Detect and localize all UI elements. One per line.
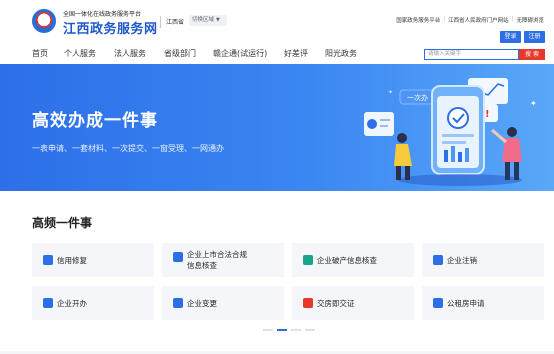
top-link-separator: | [443,16,446,22]
header-divider [160,16,161,28]
service-card-label: 企业破产信息核查 [317,255,377,265]
svg-text:!: ! [485,109,490,120]
hero-banner[interactable]: 高效办成一件事 一表申请、一套材料、一次提交、一窗受理、一网通办 一次办 ! ✦… [0,64,554,191]
house-certificate-icon [303,298,313,308]
service-card-enterprise-cancel[interactable]: 企业注销 [422,243,544,277]
site-header: 全国一体化在线政务服务平台 江西政务服务网 江西省 切换区域 ▼ 国家政务服务平台… [0,0,554,64]
svg-text:✦: ✦ [388,89,393,96]
enterprise-cancel-icon [433,255,443,265]
site-logo-icon[interactable] [32,9,56,33]
service-card-label: 企业变更 [187,298,217,308]
top-links: 国家政务服务平台 | 江西省人民政府门户网站 | 无障碍浏览 [396,16,544,24]
pagination-dot[interactable] [291,329,301,331]
nav-item-personal-services[interactable]: 个人服务 [64,48,96,59]
region-switch-label: 切换区域 [192,17,215,23]
section-title: 高频一件事 [32,216,93,230]
nav-item-home[interactable]: 首页 [32,48,48,59]
credit-repair-icon [43,255,53,265]
nav-item-sunshine-government[interactable]: 阳光政务 [325,48,357,59]
pagination-dot[interactable] [305,329,315,331]
banner-subtitle: 一表申请、一套材料、一次提交、一窗受理、一网通办 [32,144,224,153]
high-frequency-section: 高频一件事 信用修复 企业上市合法合规 信息核查 企业破产信息核查 企业注销 企业… [0,191,554,354]
service-card-label: 信用修复 [57,255,87,265]
service-card-label: 企业上市合法合规 信息核查 [187,249,247,271]
svg-text:✦: ✦ [530,99,537,108]
pagination-dot-active[interactable] [277,329,287,331]
enterprise-change-icon [173,298,183,308]
region-name: 江西省 [166,19,185,26]
top-link-provincial-government[interactable]: 江西省人民政府门户网站 [448,16,509,24]
nav-item-good-bad-review[interactable]: 好差评 [284,48,308,59]
service-card-credit-repair[interactable]: 信用修复 [32,243,154,277]
nav-item-provincial-departments[interactable]: 省级部门 [164,48,196,59]
service-card-bankruptcy-check[interactable]: 企业破产信息核查 [292,243,414,277]
enterprise-open-icon [43,298,53,308]
service-card-label-line1: 企业上市合法合规 [187,250,247,259]
nav-item-legal-person-services[interactable]: 法人服务 [114,48,146,59]
caret-down-icon: ▼ [216,17,220,23]
page: 全国一体化在线政务服务平台 江西政务服务网 江西省 切换区域 ▼ 国家政务服务平台… [0,0,554,354]
service-card-listing-compliance-check[interactable]: 企业上市合法合规 信息核查 [162,243,284,277]
brand-subtitle: 全国一体化在线政务服务平台 [63,11,142,18]
search-input[interactable]: 请输入关键字 [424,49,519,60]
nav-item-ganqitong[interactable]: 赣企通(试运行) [213,48,267,59]
login-button[interactable]: 登录 [500,31,521,43]
service-card-label: 公租房申请 [447,298,485,308]
document-check-icon [173,252,183,262]
top-link-accessibility[interactable]: 无障碍浏览 [516,16,544,24]
top-link-separator: | [511,16,514,22]
banner-illustration-icon: 一次办 ! ✦ ✦ [364,78,537,186]
service-card-enterprise-change[interactable]: 企业变更 [162,286,284,320]
banner-tag: 一次办 [407,93,428,102]
register-button[interactable]: 注册 [524,31,545,43]
banner-title: 高效办成一件事 [32,111,158,131]
service-card-label: 企业注销 [447,255,477,265]
service-card-house-certificate[interactable]: 交房即交证 [292,286,414,320]
top-link-national-platform[interactable]: 国家政务服务平台 [396,16,440,24]
service-card-public-housing[interactable]: 公租房申请 [422,286,544,320]
pagination-dot[interactable] [263,329,273,331]
brand-title[interactable]: 江西政务服务网 [63,18,158,37]
service-card-label: 企业开办 [57,298,87,308]
public-housing-icon [433,298,443,308]
service-card-label: 交房即交证 [317,298,355,308]
service-card-enterprise-open[interactable]: 企业开办 [32,286,154,320]
bankruptcy-check-icon [303,255,313,265]
carousel-pagination [263,329,315,332]
region-switch-dropdown[interactable]: 切换区域 ▼ [189,15,227,26]
search-button[interactable]: 搜 索 [519,49,545,60]
service-card-label-line2: 信息核查 [187,261,217,270]
